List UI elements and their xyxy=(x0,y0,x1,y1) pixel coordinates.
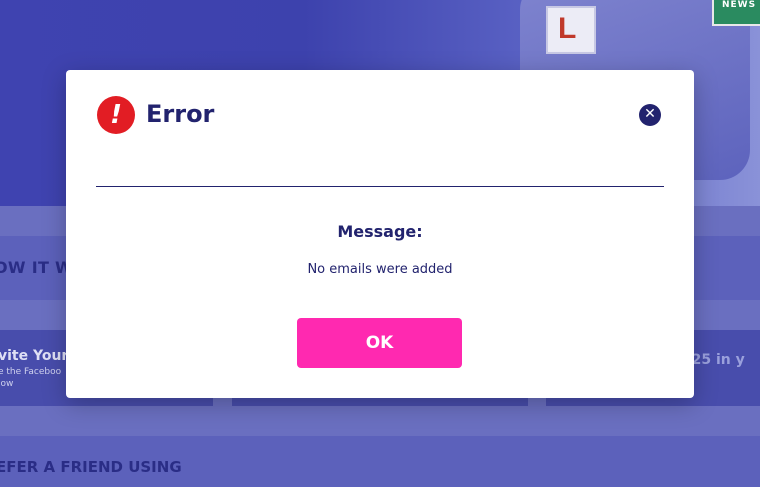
dialog-divider xyxy=(96,186,664,187)
step-card-invite-sub-line1: e the Faceboo xyxy=(0,367,62,377)
road-sign-image: NEWS xyxy=(712,0,760,26)
error-dialog: ! Error ✕ Message: No emails were added … xyxy=(66,70,694,398)
close-icon[interactable]: ✕ xyxy=(639,104,661,126)
message-label: Message: xyxy=(337,222,423,241)
ok-button[interactable]: OK xyxy=(297,318,462,368)
road-sign-text: NEWS xyxy=(722,0,757,10)
message-text: No emails were added xyxy=(307,262,453,277)
how-it-works-heading: OW IT W xyxy=(0,258,74,277)
error-icon: ! xyxy=(97,96,135,134)
dialog-title: Error xyxy=(146,100,215,128)
learner-plate-image: L xyxy=(546,6,596,54)
refer-a-friend-section: EFER A FRIEND USING xyxy=(0,436,760,487)
step-card-invite-subtitle: e the Faceboo low xyxy=(0,366,61,390)
refer-a-friend-heading: EFER A FRIEND USING xyxy=(0,458,182,476)
step-card-invite-sub-line2: low xyxy=(0,379,14,389)
learner-plate-letter: L xyxy=(558,12,577,45)
step-card-invite-title: vite Your xyxy=(0,348,69,364)
